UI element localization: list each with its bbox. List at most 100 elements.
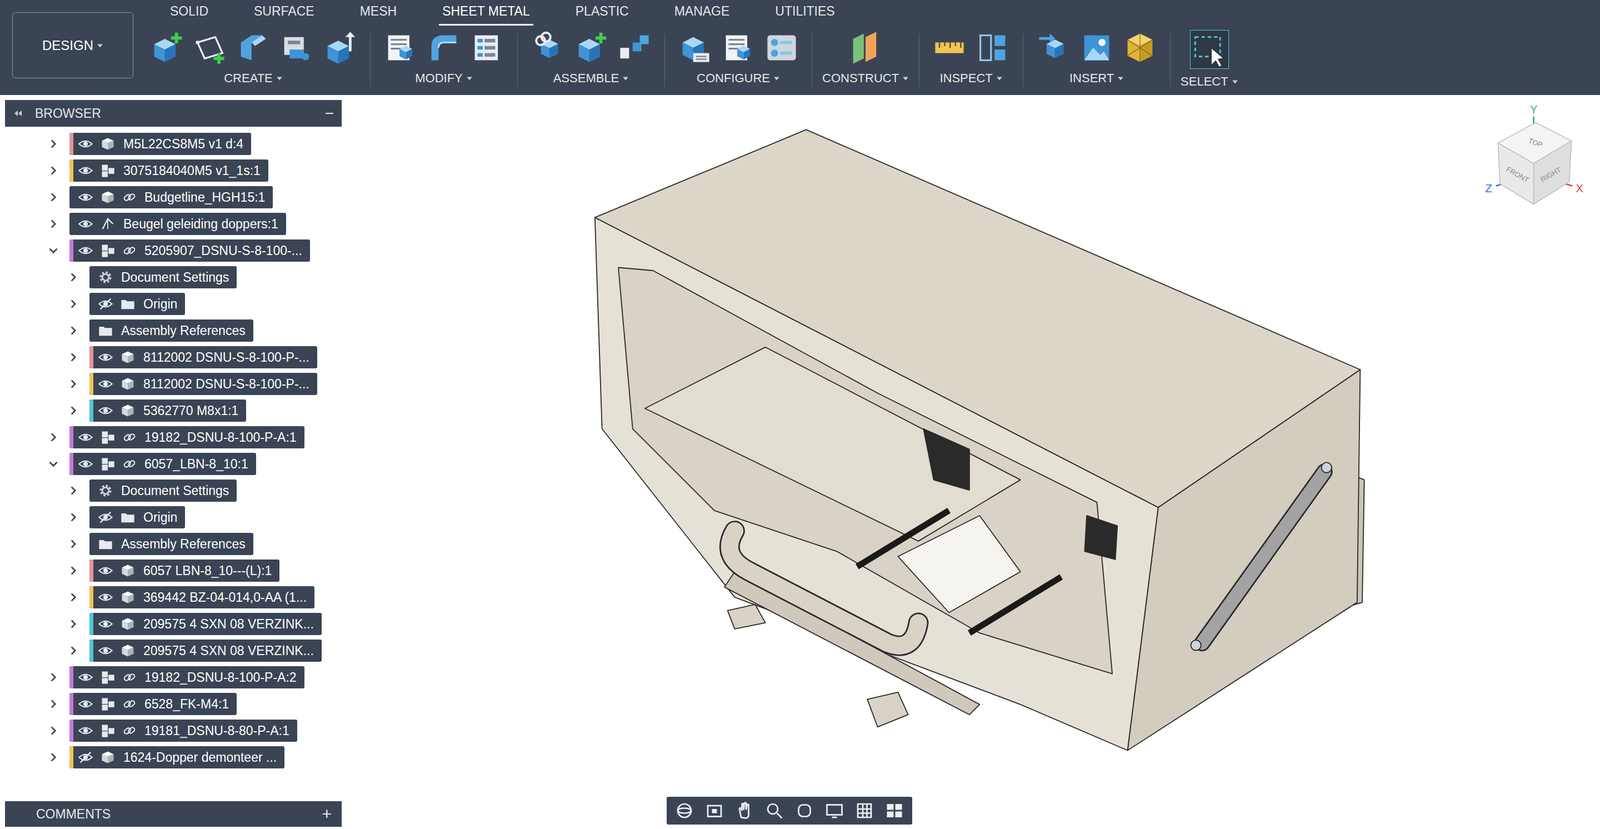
eye-hidden-icon[interactable] [97, 296, 114, 312]
chevron-right-icon[interactable] [47, 697, 60, 710]
browser-row[interactable]: 19181_DSNU-8-80-P-A:1 [5, 717, 342, 744]
workspace-button[interactable]: DESIGN [12, 12, 134, 79]
browser-row[interactable]: Document Settings [5, 477, 342, 504]
browser-row[interactable]: M5L22CS8M5 v1 d:4 [5, 130, 342, 158]
bend-icon[interactable] [426, 30, 462, 66]
chevron-right-icon[interactable] [67, 297, 80, 310]
browser-row[interactable]: 369442 BZ-04-014,0-AA (1... [5, 583, 342, 611]
browser-node[interactable]: Document Settings [89, 266, 237, 289]
chevron-right-icon[interactable] [67, 351, 80, 364]
browser-node[interactable]: M5L22CS8M5 v1 d:4 [69, 132, 252, 155]
insert-icon[interactable] [1035, 30, 1072, 66]
browser-row[interactable]: 1624-Dopper demonteer ... [5, 743, 342, 771]
browser-node[interactable]: 1624-Dopper demonteer ... [69, 746, 285, 769]
chevron-right-icon[interactable] [67, 617, 80, 630]
minimize-button[interactable]: − [325, 105, 334, 122]
chevron-right-icon[interactable] [67, 644, 80, 657]
eye-icon[interactable] [77, 216, 94, 232]
browser-row[interactable]: Budgetline_HGH15:1 [5, 183, 342, 211]
browser-row[interactable]: 6057 LBN-8_10---(L):1 [5, 557, 342, 584]
toolbar-tab[interactable]: MANAGE [671, 1, 734, 27]
eye-icon[interactable] [77, 722, 94, 739]
eye-icon[interactable] [97, 376, 114, 392]
chevron-right-icon[interactable] [47, 137, 60, 150]
measure-icon[interactable] [931, 30, 968, 66]
browser-node[interactable]: Assembly References [89, 319, 254, 342]
browser-row[interactable]: 6528_FK-M4:1 [5, 690, 342, 718]
chevron-right-icon[interactable] [47, 217, 60, 230]
config-icon[interactable] [763, 30, 800, 66]
browser-row[interactable]: 19182_DSNU-8-100-P-A:2 [5, 663, 342, 691]
table-icon[interactable] [720, 30, 757, 66]
browser-row[interactable]: 19182_DSNU-8-100-P-A:1 [5, 423, 342, 451]
viewports-icon[interactable] [884, 800, 905, 821]
chevron-right-icon[interactable] [47, 191, 60, 204]
chevron-right-icon[interactable] [67, 324, 80, 337]
toolbar-tab[interactable]: UTILITIES [771, 1, 838, 27]
browser-node[interactable]: 5362770 M8x1:1 [89, 399, 247, 422]
browser-node[interactable]: 8112002 DSNU-S-8-100-P-... [89, 372, 318, 395]
chevron-right-icon[interactable] [67, 511, 80, 524]
fit-icon[interactable] [794, 800, 815, 821]
comments-bar[interactable]: COMMENTS+ [5, 801, 342, 827]
group-label[interactable]: ASSEMBLE [553, 68, 630, 88]
chevron-down-icon[interactable] [47, 457, 60, 470]
browser-row[interactable]: 8112002 DSNU-S-8-100-P-... [5, 370, 342, 398]
eye-icon[interactable] [97, 616, 114, 632]
browser-node[interactable]: 5205907_DSNU-S-8-100-... [69, 239, 310, 262]
eye-icon[interactable] [77, 456, 94, 472]
group-label[interactable]: CREATE [223, 68, 283, 88]
browser-node[interactable]: Origin [89, 292, 185, 315]
table-icon[interactable] [382, 30, 419, 66]
chevron-down-icon[interactable] [47, 244, 60, 257]
browser-row[interactable]: Origin [5, 503, 342, 531]
eye-icon[interactable] [77, 696, 94, 712]
add-comment-button[interactable]: + [321, 805, 332, 823]
browser-node[interactable]: Document Settings [89, 479, 237, 502]
list-icon[interactable] [469, 30, 505, 66]
browser-row[interactable]: 209575 4 SXN 08 VERZINK... [5, 637, 342, 664]
browser-node[interactable]: 3075184040M5 v1_1s:1 [69, 159, 269, 182]
chevron-right-icon[interactable] [47, 671, 60, 684]
toolbar-tab[interactable]: SURFACE [250, 1, 318, 27]
eye-icon[interactable] [77, 669, 94, 685]
toolbar-tab[interactable]: SOLID [166, 1, 212, 27]
chevron-right-icon[interactable] [67, 377, 80, 390]
chevron-right-icon[interactable] [47, 724, 60, 737]
eye-icon[interactable] [77, 162, 94, 179]
cubeplus-icon[interactable] [148, 30, 185, 66]
browser-row[interactable]: Beugel geleiding doppers:1 [5, 210, 342, 238]
browser-node[interactable]: 209575 4 SXN 08 VERZINK... [89, 639, 322, 662]
cubeplus-icon[interactable] [573, 30, 609, 66]
group-label[interactable]: INSPECT [939, 68, 1003, 88]
model-drawing[interactable] [595, 129, 1365, 750]
browser-node[interactable]: 6057 LBN-8_10---(L):1 [89, 559, 280, 582]
browser-row[interactable]: Assembly References [5, 317, 342, 344]
chevron-right-icon[interactable] [47, 431, 60, 444]
toolbar-tab[interactable]: SHEET METAL [438, 1, 534, 27]
group-label[interactable]: SELECT [1180, 72, 1239, 91]
browser-node[interactable]: Beugel geleiding doppers:1 [69, 212, 287, 235]
browser-row[interactable]: 6057_LBN-8_10:1 [5, 450, 342, 478]
toolbar-tab[interactable]: PLASTIC [572, 1, 633, 27]
image-icon[interactable] [1078, 30, 1115, 66]
browser-row[interactable]: Assembly References [5, 530, 342, 558]
group-label[interactable]: CONFIGURE [696, 68, 780, 88]
select-icon[interactable] [1191, 31, 1228, 68]
browser-row[interactable]: Origin [5, 290, 342, 318]
chevron-right-icon[interactable] [67, 484, 80, 497]
mesh-icon[interactable] [1122, 30, 1158, 66]
collapse-panel-icon[interactable] [12, 107, 24, 119]
cubeedit-icon[interactable] [677, 30, 713, 66]
browser-node[interactable]: 6528_FK-M4:1 [69, 692, 237, 715]
browser-node[interactable]: 8112002 DSNU-S-8-100-P-... [89, 346, 318, 369]
eye-icon[interactable] [97, 642, 114, 659]
browser-row[interactable]: Document Settings [5, 263, 342, 291]
browser-node[interactable]: 369442 BZ-04-014,0-AA (1... [89, 586, 315, 609]
chevron-right-icon[interactable] [47, 751, 60, 764]
stack-icon[interactable] [278, 30, 315, 66]
pan-icon[interactable] [734, 800, 755, 821]
eye-icon[interactable] [77, 189, 94, 205]
browser-node[interactable]: 19182_DSNU-8-100-P-A:1 [69, 426, 305, 449]
eye-hidden-icon[interactable] [77, 749, 94, 765]
